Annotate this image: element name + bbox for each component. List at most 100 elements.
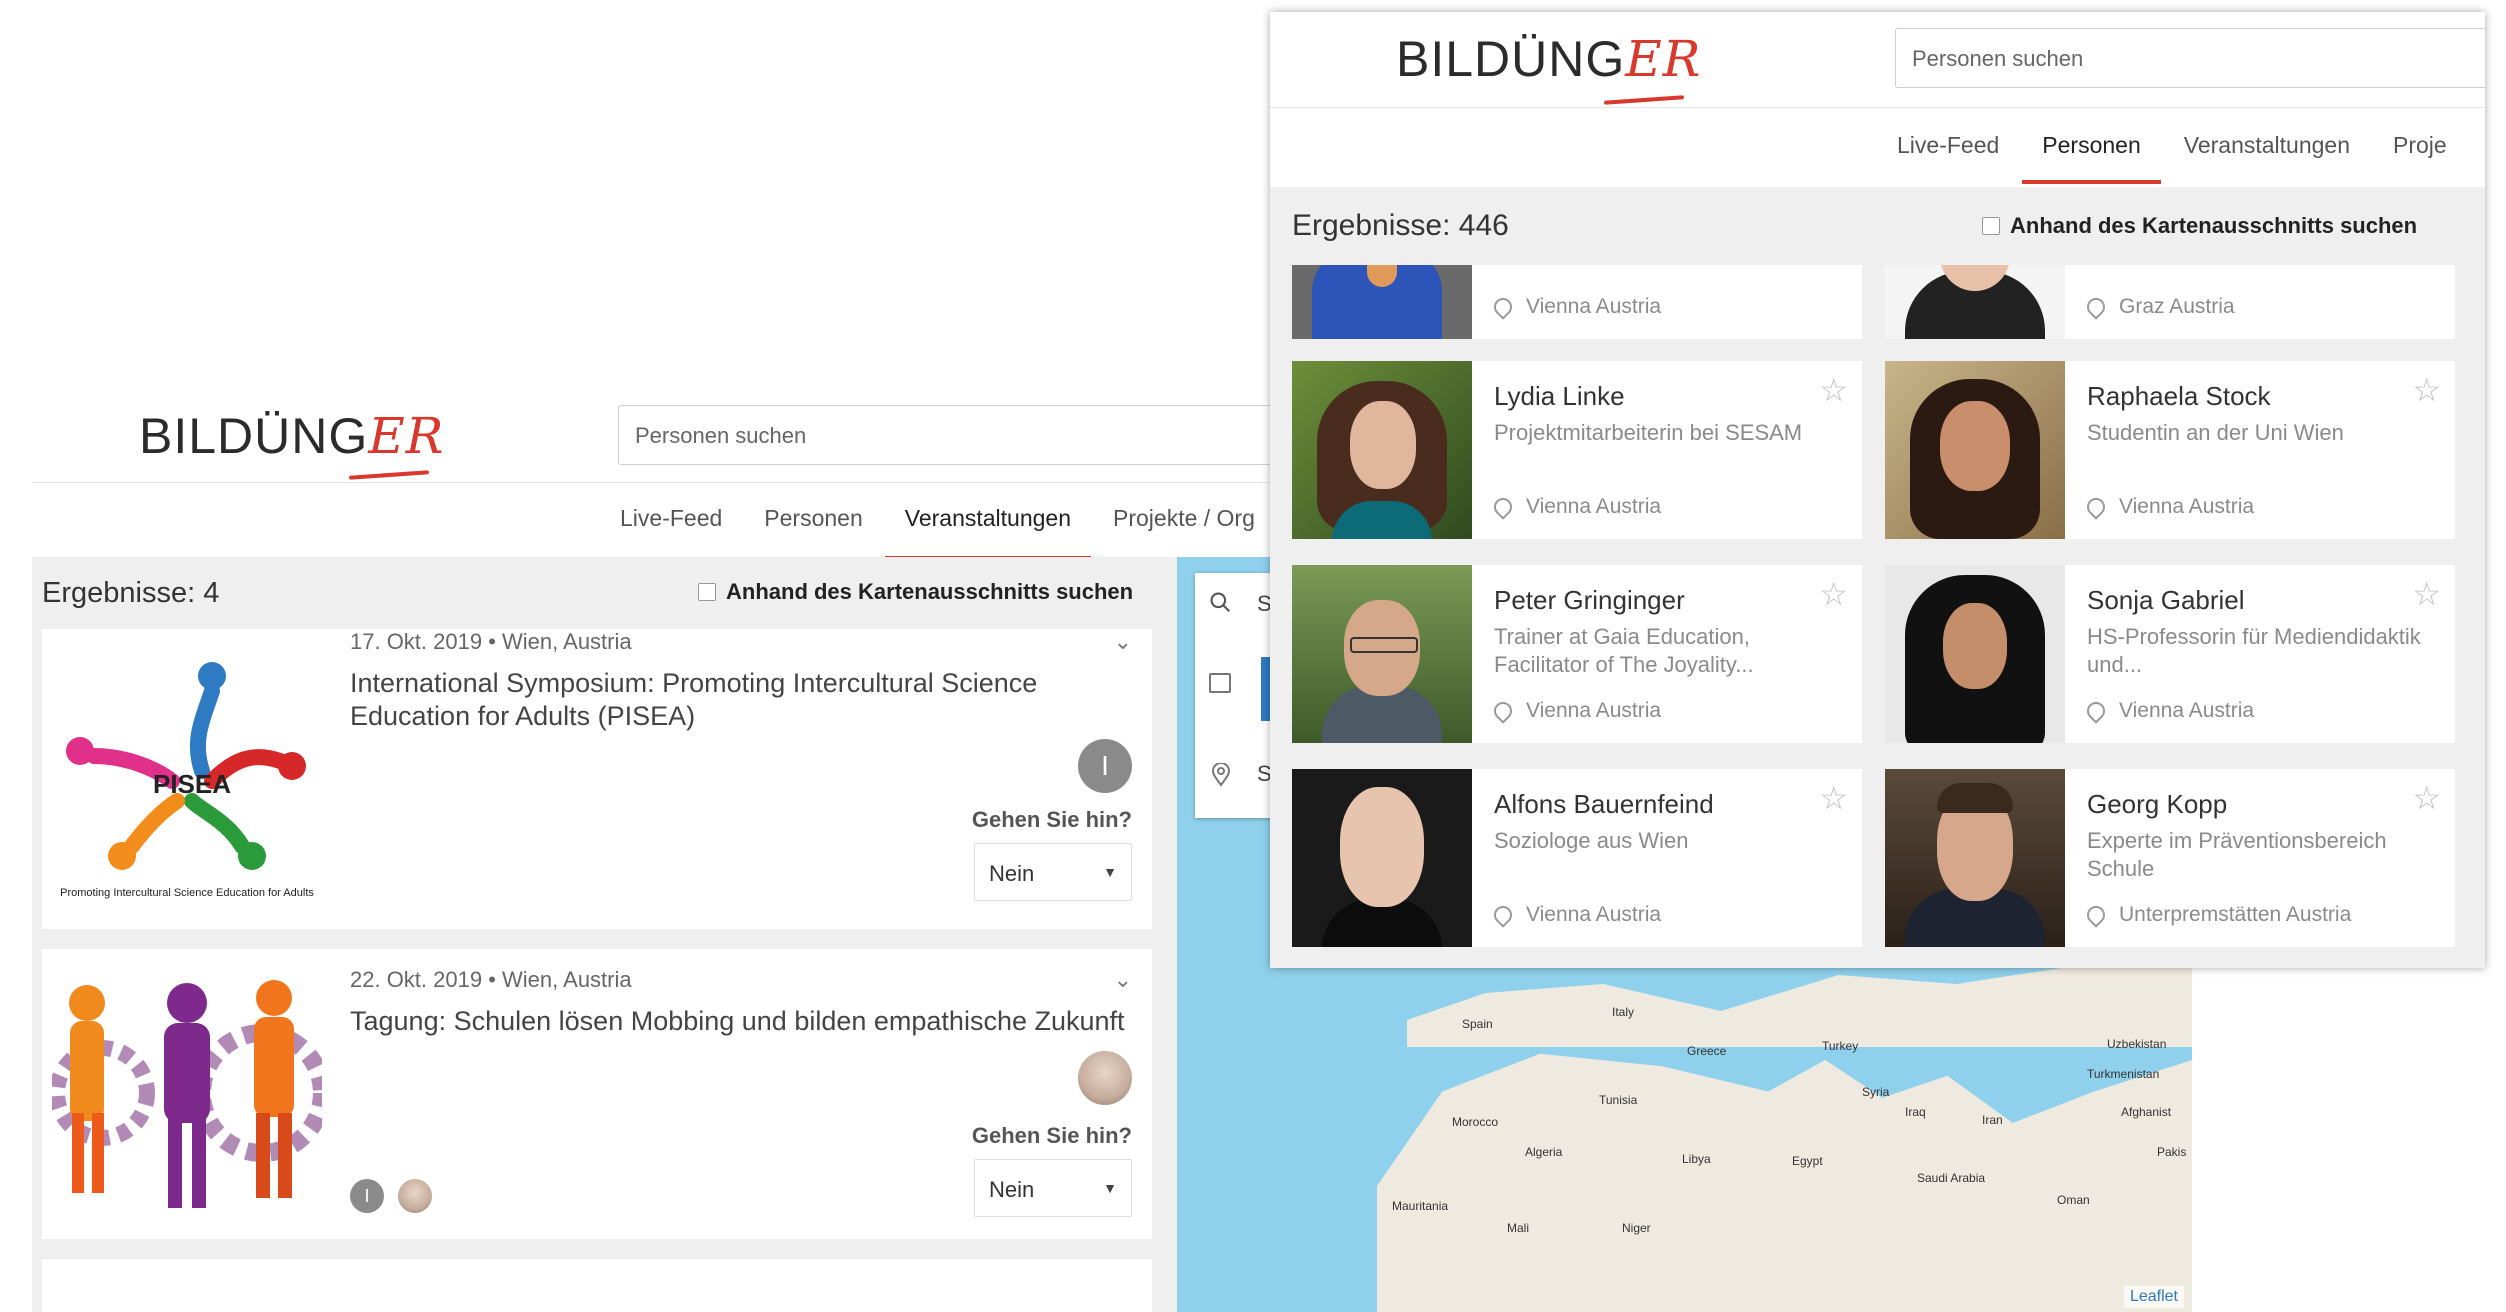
map-label: Turkey [1822,1039,1859,1053]
event-card[interactable]: PISEA Promoting Intercultural Science Ed… [42,629,1152,929]
attendee-avatar[interactable]: I [1078,739,1132,793]
map-filter-checkbox[interactable] [698,583,716,601]
event-card[interactable]: 22. Okt. 2019 • Wien, Austria ⌄ Tagung: … [42,949,1152,1239]
map-label: Iran [1982,1113,2003,1127]
people-list: Vienna Austria Graz Austria Lydia Linke … [1270,265,2485,968]
person-title: Experte im Präventionsbereich Schule [2087,828,2387,881]
logo-accent: ER [1625,30,1702,88]
star-icon[interactable]: ☆ [2412,371,2441,409]
person-card[interactable]: Sonja Gabriel HS-Professorin für Mediend… [1885,565,2455,743]
tab-projekte[interactable]: Projekte / Org [1113,505,1255,532]
main-nav: Live-Feed Personen Veranstaltungen Proje [1897,132,2447,184]
header: BILDÜNGER Personen suchen [1270,12,2485,108]
attendance-question: Gehen Sie hin? [971,1123,1132,1148]
person-card[interactable]: Vienna Austria [1292,265,1862,339]
tab-veranstaltungen[interactable]: Veranstaltungen [884,505,1092,560]
attendance-select[interactable]: Nein ▼ [974,843,1132,901]
attendee-avatar[interactable] [1078,1051,1132,1105]
person-card[interactable]: Georg Kopp Experte im Präventionsbereich… [1885,769,2455,947]
person-photo [1292,361,1472,539]
organizer-avatar[interactable]: I [350,1179,384,1213]
main-nav: Live-Feed Personen Veranstaltungen Proje… [620,505,1255,560]
caret-down-icon: ▼ [1103,864,1117,880]
tab-veranstaltungen[interactable]: Veranstaltungen [2184,132,2350,159]
map-label: Turkmenistan [2087,1067,2160,1081]
person-name[interactable]: Lydia Linke [1494,381,1625,412]
location-pin-icon [1490,294,1516,320]
person-title: Projektmitarbeiterin bei SESAM [1494,420,1803,445]
person-title: Studentin an der Uni Wien [2087,420,2344,445]
event-title[interactable]: Tagung: Schulen lösen Mobbing und bilden… [350,1005,1130,1038]
site-logo[interactable]: BILDÜNGER [1396,30,1702,105]
site-logo[interactable]: BILDÜNGER [139,407,445,480]
star-icon[interactable]: ☆ [2412,779,2441,817]
calendar-icon[interactable] [1209,673,1231,693]
person-card[interactable]: Alfons Bauernfeind Soziologe aus Wien Vi… [1292,769,1862,947]
attendance-select[interactable]: Nein ▼ [974,1159,1132,1217]
results-count: Ergebnisse: 446 [1292,209,1509,242]
person-name[interactable]: Alfons Bauernfeind [1494,789,1714,820]
map-label: Saudi Arabia [1917,1171,1986,1185]
map-label: Tunisia [1599,1093,1638,1107]
person-name[interactable]: Peter Gringinger [1494,585,1685,616]
map-filter-checkbox[interactable] [1982,217,2000,235]
event-image [52,980,322,1208]
star-icon[interactable]: ☆ [1819,371,1848,409]
location-pin-icon [2083,698,2109,724]
map-label: Syria [1862,1085,1890,1099]
chevron-down-icon[interactable]: ⌄ [1114,629,1132,655]
search-input[interactable]: Personen suchen [618,405,1318,465]
person-card[interactable]: Raphaela Stock Studentin an der Uni Wien… [1885,361,2455,539]
location-pin-icon [2083,494,2109,520]
map-label: Iraq [1905,1105,1926,1119]
search-input[interactable]: Personen suchen [1895,28,2485,88]
search-icon[interactable] [1209,591,1231,613]
map-label: Mauritania [1392,1199,1449,1213]
map-filter[interactable]: Anhand des Kartenausschnitts suchen [698,579,1133,605]
chevron-down-icon[interactable]: ⌄ [1114,967,1132,993]
star-icon[interactable]: ☆ [1819,575,1848,613]
tab-personen[interactable]: Personen [2022,132,2162,184]
results-bar: Ergebnisse: 4 Anhand des Kartenausschnit… [32,557,1177,629]
event-card[interactable] [42,1259,1152,1312]
map-filter[interactable]: Anhand des Kartenausschnitts suchen [1982,213,2417,239]
map-label: Niger [1622,1221,1651,1235]
person-location: Unterpremstätten Austria [2083,902,2351,928]
person-location: Vienna Austria [2083,698,2254,724]
logo-accent: ER [368,407,445,465]
location-pin-icon [1490,902,1516,928]
attendance-value: Nein [989,861,1035,886]
pisea-logo-text: PISEA [153,769,231,799]
location-pin-icon[interactable] [1211,763,1231,787]
person-name[interactable]: Georg Kopp [2087,789,2227,820]
person-card[interactable]: Graz Austria [1885,265,2455,339]
events-list: PISEA Promoting Intercultural Science Ed… [32,629,1177,1312]
map-label: Egypt [1792,1154,1823,1168]
tab-live-feed[interactable]: Live-Feed [1897,132,1999,159]
map-attribution[interactable]: Leaflet [2123,1286,2184,1308]
map-filter-label: Anhand des Kartenausschnitts suchen [2010,213,2418,238]
pisea-logo-caption: Promoting Intercultural Science Educatio… [60,887,314,899]
person-location: Graz Austria [2083,294,2235,320]
person-title: Trainer at Gaia Education, Facilitator o… [1494,624,1754,677]
map-label: Oman [2057,1193,2090,1207]
person-location: Vienna Austria [1490,902,1661,928]
person-photo [1885,265,2065,339]
map-label: Italy [1612,1005,1635,1019]
search-placeholder: Personen suchen [635,423,807,448]
person-name[interactable]: Sonja Gabriel [2087,585,2245,616]
star-icon[interactable]: ☆ [2412,575,2441,613]
person-card[interactable]: Peter Gringinger Trainer at Gaia Educati… [1292,565,1862,743]
map-label: Greece [1687,1044,1727,1058]
tab-personen[interactable]: Personen [764,505,862,532]
tab-projekte[interactable]: Proje [2393,132,2447,159]
person-name[interactable]: Raphaela Stock [2087,381,2271,412]
star-icon[interactable]: ☆ [1819,779,1848,817]
event-title[interactable]: International Symposium: Promoting Inter… [350,667,1080,733]
person-card[interactable]: Lydia Linke Projektmitarbeiterin bei SES… [1292,361,1862,539]
attendance-question: Gehen Sie hin? [971,807,1132,832]
organizer-avatar[interactable] [398,1179,432,1213]
tab-live-feed[interactable]: Live-Feed [620,505,722,532]
caret-down-icon: ▼ [1103,1180,1117,1196]
person-photo [1292,565,1472,743]
